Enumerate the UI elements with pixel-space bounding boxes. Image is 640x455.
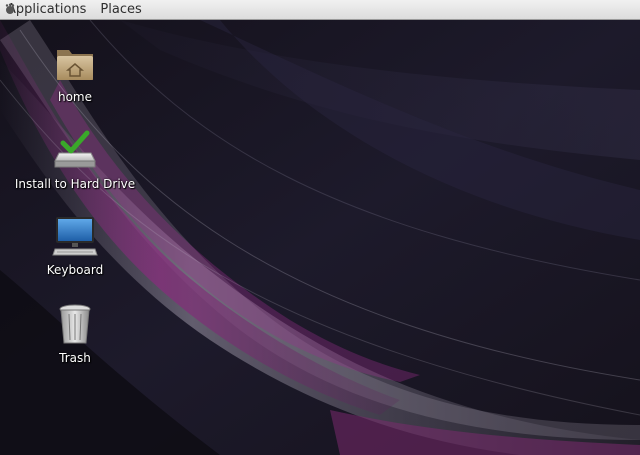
desktop-icon-label: Trash xyxy=(59,351,91,365)
places-menu[interactable]: Places xyxy=(93,0,148,20)
desktop-screen: Applications Places home Install to Hard… xyxy=(0,0,640,455)
desktop-icon-keyboard[interactable]: Keyboard xyxy=(10,213,140,277)
install-drive-icon xyxy=(54,130,96,168)
monitor-keyboard-icon xyxy=(52,217,98,256)
desktop-icon-trash[interactable]: Trash xyxy=(10,301,140,365)
gnome-foot-icon xyxy=(5,3,15,14)
desktop-icon-label: Install to Hard Drive xyxy=(14,177,136,191)
desktop-icon-label: Keyboard xyxy=(46,263,104,277)
desktop-icon-home[interactable]: home xyxy=(10,40,140,104)
trash-icon xyxy=(59,304,91,344)
folder-home-icon xyxy=(57,50,93,80)
desktop-icon-label: home xyxy=(57,90,93,104)
top-panel: Applications Places xyxy=(0,0,640,20)
desktop-icon-install-to-hard-drive[interactable]: Install to Hard Drive xyxy=(10,127,140,191)
